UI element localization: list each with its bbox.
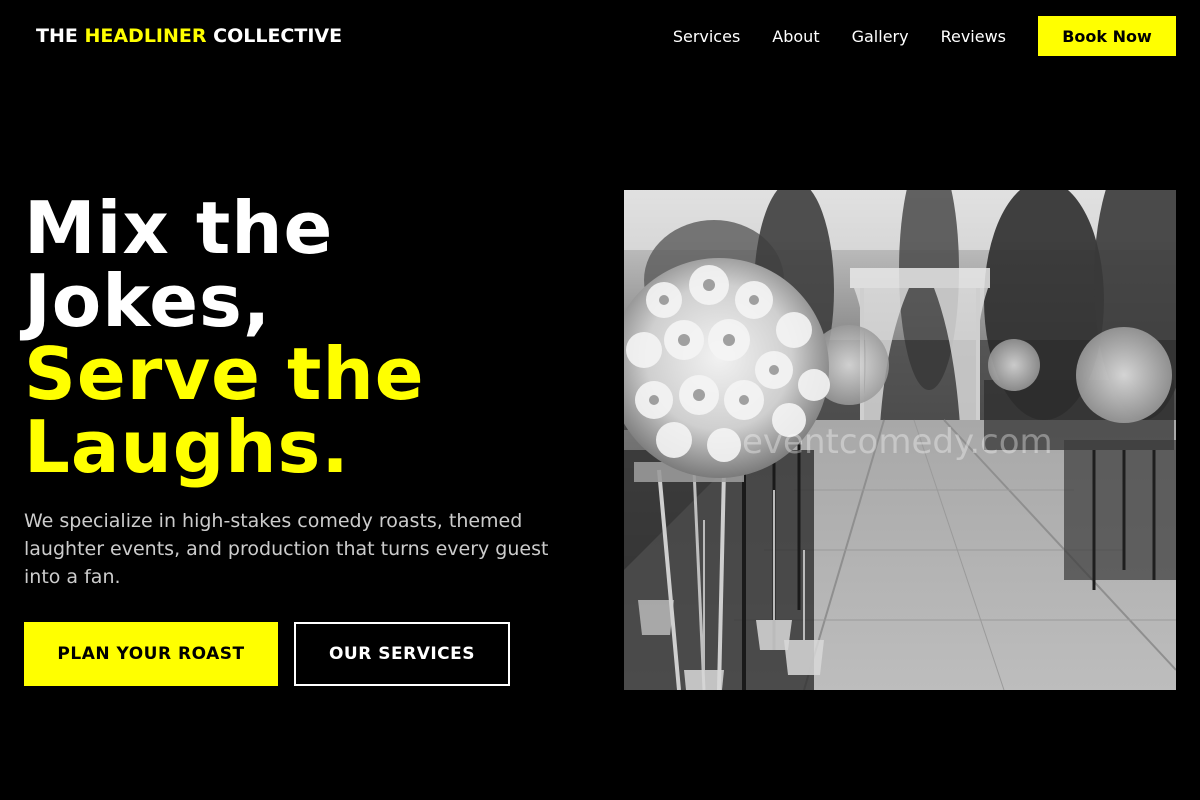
nav-link-gallery[interactable]: Gallery <box>852 27 909 46</box>
logo-text-end: COLLECTIVE <box>206 25 343 47</box>
hero-title-line-2: Jokes, <box>24 259 272 343</box>
hero-image: eventcomedy.com <box>624 190 1176 690</box>
logo-text-accent: HEADLINER <box>84 25 207 47</box>
hero-title-line-4: Laughs. <box>24 405 350 489</box>
nav-link-about[interactable]: About <box>772 27 819 46</box>
hero-title: Mix the Jokes, Serve the Laughs. <box>24 192 584 484</box>
plan-your-roast-button[interactable]: PLAN YOUR ROAST <box>24 622 278 686</box>
photo-watermark: eventcomedy.com <box>742 422 1053 462</box>
hero-title-line-1: Mix the <box>24 186 334 270</box>
main-nav: Services About Gallery Reviews Book Now <box>673 16 1176 56</box>
site-header: THE HEADLINER COLLECTIVE Services About … <box>0 0 1200 72</box>
book-now-button[interactable]: Book Now <box>1038 16 1176 56</box>
logo-text-start: THE <box>36 25 85 47</box>
nav-link-services[interactable]: Services <box>673 27 740 46</box>
nav-link-reviews[interactable]: Reviews <box>941 27 1006 46</box>
our-services-button[interactable]: OUR SERVICES <box>294 622 510 686</box>
brand-logo[interactable]: THE HEADLINER COLLECTIVE <box>36 24 342 48</box>
hero-title-line-3: Serve the <box>24 332 425 416</box>
hero-description: We specialize in high-stakes comedy roas… <box>24 510 549 588</box>
